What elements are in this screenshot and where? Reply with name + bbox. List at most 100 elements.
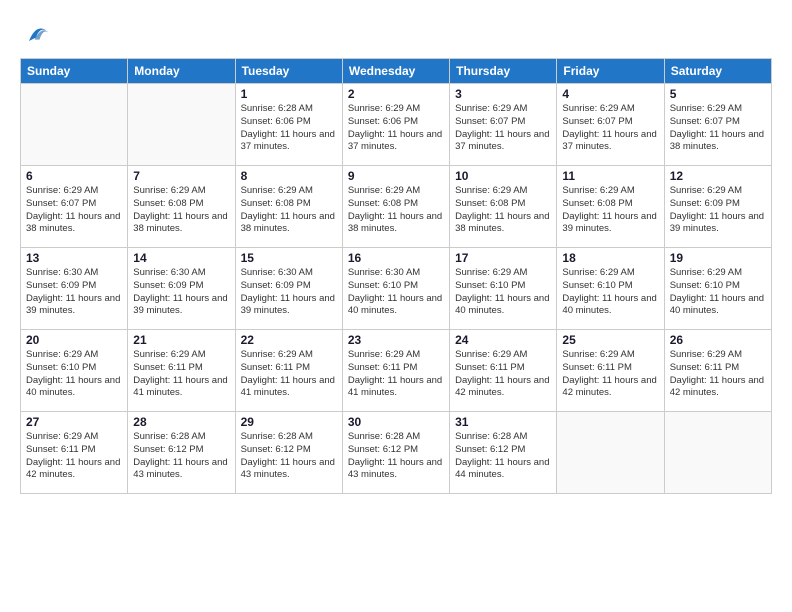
day-number: 13 [26,251,122,265]
day-info: Sunrise: 6:29 AMSunset: 6:11 PMDaylight:… [241,349,337,400]
logo-icon [22,20,50,48]
weekday-tuesday: Tuesday [235,59,342,84]
day-number: 20 [26,333,122,347]
day-info: Sunrise: 6:29 AMSunset: 6:11 PMDaylight:… [455,349,551,400]
day-number: 27 [26,415,122,429]
day-cell: 1 Sunrise: 6:28 AMSunset: 6:06 PMDaylight… [235,84,342,166]
day-info: Sunrise: 6:29 AMSunset: 6:10 PMDaylight:… [562,267,658,318]
weekday-saturday: Saturday [664,59,771,84]
day-cell: 16 Sunrise: 6:30 AMSunset: 6:10 PMDayligh… [342,248,449,330]
day-info: Sunrise: 6:29 AMSunset: 6:09 PMDaylight:… [670,185,766,236]
day-info: Sunrise: 6:28 AMSunset: 6:06 PMDaylight:… [241,103,337,154]
day-number: 1 [241,87,337,101]
day-cell [664,412,771,494]
day-cell: 23 Sunrise: 6:29 AMSunset: 6:11 PMDayligh… [342,330,449,412]
day-number: 11 [562,169,658,183]
day-info: Sunrise: 6:29 AMSunset: 6:06 PMDaylight:… [348,103,444,154]
day-number: 5 [670,87,766,101]
day-info: Sunrise: 6:30 AMSunset: 6:09 PMDaylight:… [241,267,337,318]
day-cell: 3Sunrise: 6:29 AMSunset: 6:07 PMDaylight… [450,84,557,166]
day-number: 14 [133,251,229,265]
day-cell: 20 Sunrise: 6:29 AMSunset: 6:10 PMDayligh… [21,330,128,412]
day-cell [557,412,664,494]
day-info: Sunrise: 6:29 AMSunset: 6:11 PMDaylight:… [562,349,658,400]
page: SundayMondayTuesdayWednesdayThursdayFrid… [0,0,792,612]
day-cell: 28Sunrise: 6:28 AMSunset: 6:12 PMDayligh… [128,412,235,494]
day-info: Sunrise: 6:29 AMSunset: 6:08 PMDaylight:… [562,185,658,236]
day-cell: 29Sunrise: 6:28 AMSunset: 6:12 PMDayligh… [235,412,342,494]
day-cell: 26 Sunrise: 6:29 AMSunset: 6:11 PMDayligh… [664,330,771,412]
day-cell: 12 Sunrise: 6:29 AMSunset: 6:09 PMDayligh… [664,166,771,248]
day-cell: 22Sunrise: 6:29 AMSunset: 6:11 PMDayligh… [235,330,342,412]
day-cell: 8 Sunrise: 6:29 AMSunset: 6:08 PMDaylight… [235,166,342,248]
day-info: Sunrise: 6:29 AMSunset: 6:11 PMDaylight:… [133,349,229,400]
day-number: 12 [670,169,766,183]
day-number: 18 [562,251,658,265]
day-cell [21,84,128,166]
day-cell: 25 Sunrise: 6:29 AMSunset: 6:11 PMDayligh… [557,330,664,412]
day-cell: 21 Sunrise: 6:29 AMSunset: 6:11 PMDayligh… [128,330,235,412]
week-row-2: 6Sunrise: 6:29 AMSunset: 6:07 PMDaylight… [21,166,772,248]
day-info: Sunrise: 6:29 AMSunset: 6:11 PMDaylight:… [670,349,766,400]
day-number: 26 [670,333,766,347]
day-info: Sunrise: 6:28 AMSunset: 6:12 PMDaylight:… [241,431,337,482]
day-cell: 11 Sunrise: 6:29 AMSunset: 6:08 PMDayligh… [557,166,664,248]
day-number: 2 [348,87,444,101]
day-cell: 27Sunrise: 6:29 AMSunset: 6:11 PMDayligh… [21,412,128,494]
weekday-wednesday: Wednesday [342,59,449,84]
week-row-4: 20 Sunrise: 6:29 AMSunset: 6:10 PMDayligh… [21,330,772,412]
day-cell: 7Sunrise: 6:29 AMSunset: 6:08 PMDaylight… [128,166,235,248]
day-info: Sunrise: 6:29 AMSunset: 6:08 PMDaylight:… [455,185,551,236]
day-cell: 31 Sunrise: 6:28 AMSunset: 6:12 PMDayligh… [450,412,557,494]
day-info: Sunrise: 6:30 AMSunset: 6:09 PMDaylight:… [26,267,122,318]
day-number: 6 [26,169,122,183]
week-row-3: 13 Sunrise: 6:30 AMSunset: 6:09 PMDayligh… [21,248,772,330]
week-row-5: 27Sunrise: 6:29 AMSunset: 6:11 PMDayligh… [21,412,772,494]
logo [20,20,50,48]
header [20,20,772,48]
day-info: Sunrise: 6:30 AMSunset: 6:10 PMDaylight:… [348,267,444,318]
weekday-monday: Monday [128,59,235,84]
day-number: 30 [348,415,444,429]
day-info: Sunrise: 6:29 AMSunset: 6:07 PMDaylight:… [455,103,551,154]
day-cell: 15 Sunrise: 6:30 AMSunset: 6:09 PMDayligh… [235,248,342,330]
day-number: 16 [348,251,444,265]
day-number: 31 [455,415,551,429]
day-cell: 4 Sunrise: 6:29 AMSunset: 6:07 PMDaylight… [557,84,664,166]
day-cell: 10 Sunrise: 6:29 AMSunset: 6:08 PMDayligh… [450,166,557,248]
day-info: Sunrise: 6:29 AMSunset: 6:08 PMDaylight:… [241,185,337,236]
day-cell: 17Sunrise: 6:29 AMSunset: 6:10 PMDayligh… [450,248,557,330]
day-number: 19 [670,251,766,265]
day-cell: 19 Sunrise: 6:29 AMSunset: 6:10 PMDayligh… [664,248,771,330]
day-cell: 9Sunrise: 6:29 AMSunset: 6:08 PMDaylight… [342,166,449,248]
day-cell: 13 Sunrise: 6:30 AMSunset: 6:09 PMDayligh… [21,248,128,330]
day-info: Sunrise: 6:29 AMSunset: 6:10 PMDaylight:… [670,267,766,318]
day-cell: 14 Sunrise: 6:30 AMSunset: 6:09 PMDayligh… [128,248,235,330]
day-info: Sunrise: 6:28 AMSunset: 6:12 PMDaylight:… [348,431,444,482]
weekday-thursday: Thursday [450,59,557,84]
weekday-friday: Friday [557,59,664,84]
day-number: 23 [348,333,444,347]
day-number: 21 [133,333,229,347]
weekday-header-row: SundayMondayTuesdayWednesdayThursdayFrid… [21,59,772,84]
day-info: Sunrise: 6:29 AMSunset: 6:10 PMDaylight:… [26,349,122,400]
day-number: 17 [455,251,551,265]
day-info: Sunrise: 6:29 AMSunset: 6:07 PMDaylight:… [562,103,658,154]
day-info: Sunrise: 6:28 AMSunset: 6:12 PMDaylight:… [455,431,551,482]
day-info: Sunrise: 6:29 AMSunset: 6:11 PMDaylight:… [348,349,444,400]
day-info: Sunrise: 6:29 AMSunset: 6:08 PMDaylight:… [348,185,444,236]
day-info: Sunrise: 6:28 AMSunset: 6:12 PMDaylight:… [133,431,229,482]
weekday-sunday: Sunday [21,59,128,84]
day-info: Sunrise: 6:30 AMSunset: 6:09 PMDaylight:… [133,267,229,318]
day-cell: 2 Sunrise: 6:29 AMSunset: 6:06 PMDaylight… [342,84,449,166]
day-number: 4 [562,87,658,101]
day-cell: 24Sunrise: 6:29 AMSunset: 6:11 PMDayligh… [450,330,557,412]
day-number: 7 [133,169,229,183]
day-number: 25 [562,333,658,347]
day-number: 15 [241,251,337,265]
day-cell: 18 Sunrise: 6:29 AMSunset: 6:10 PMDayligh… [557,248,664,330]
week-row-1: 1 Sunrise: 6:28 AMSunset: 6:06 PMDaylight… [21,84,772,166]
day-number: 8 [241,169,337,183]
calendar-table: SundayMondayTuesdayWednesdayThursdayFrid… [20,58,772,494]
day-number: 10 [455,169,551,183]
